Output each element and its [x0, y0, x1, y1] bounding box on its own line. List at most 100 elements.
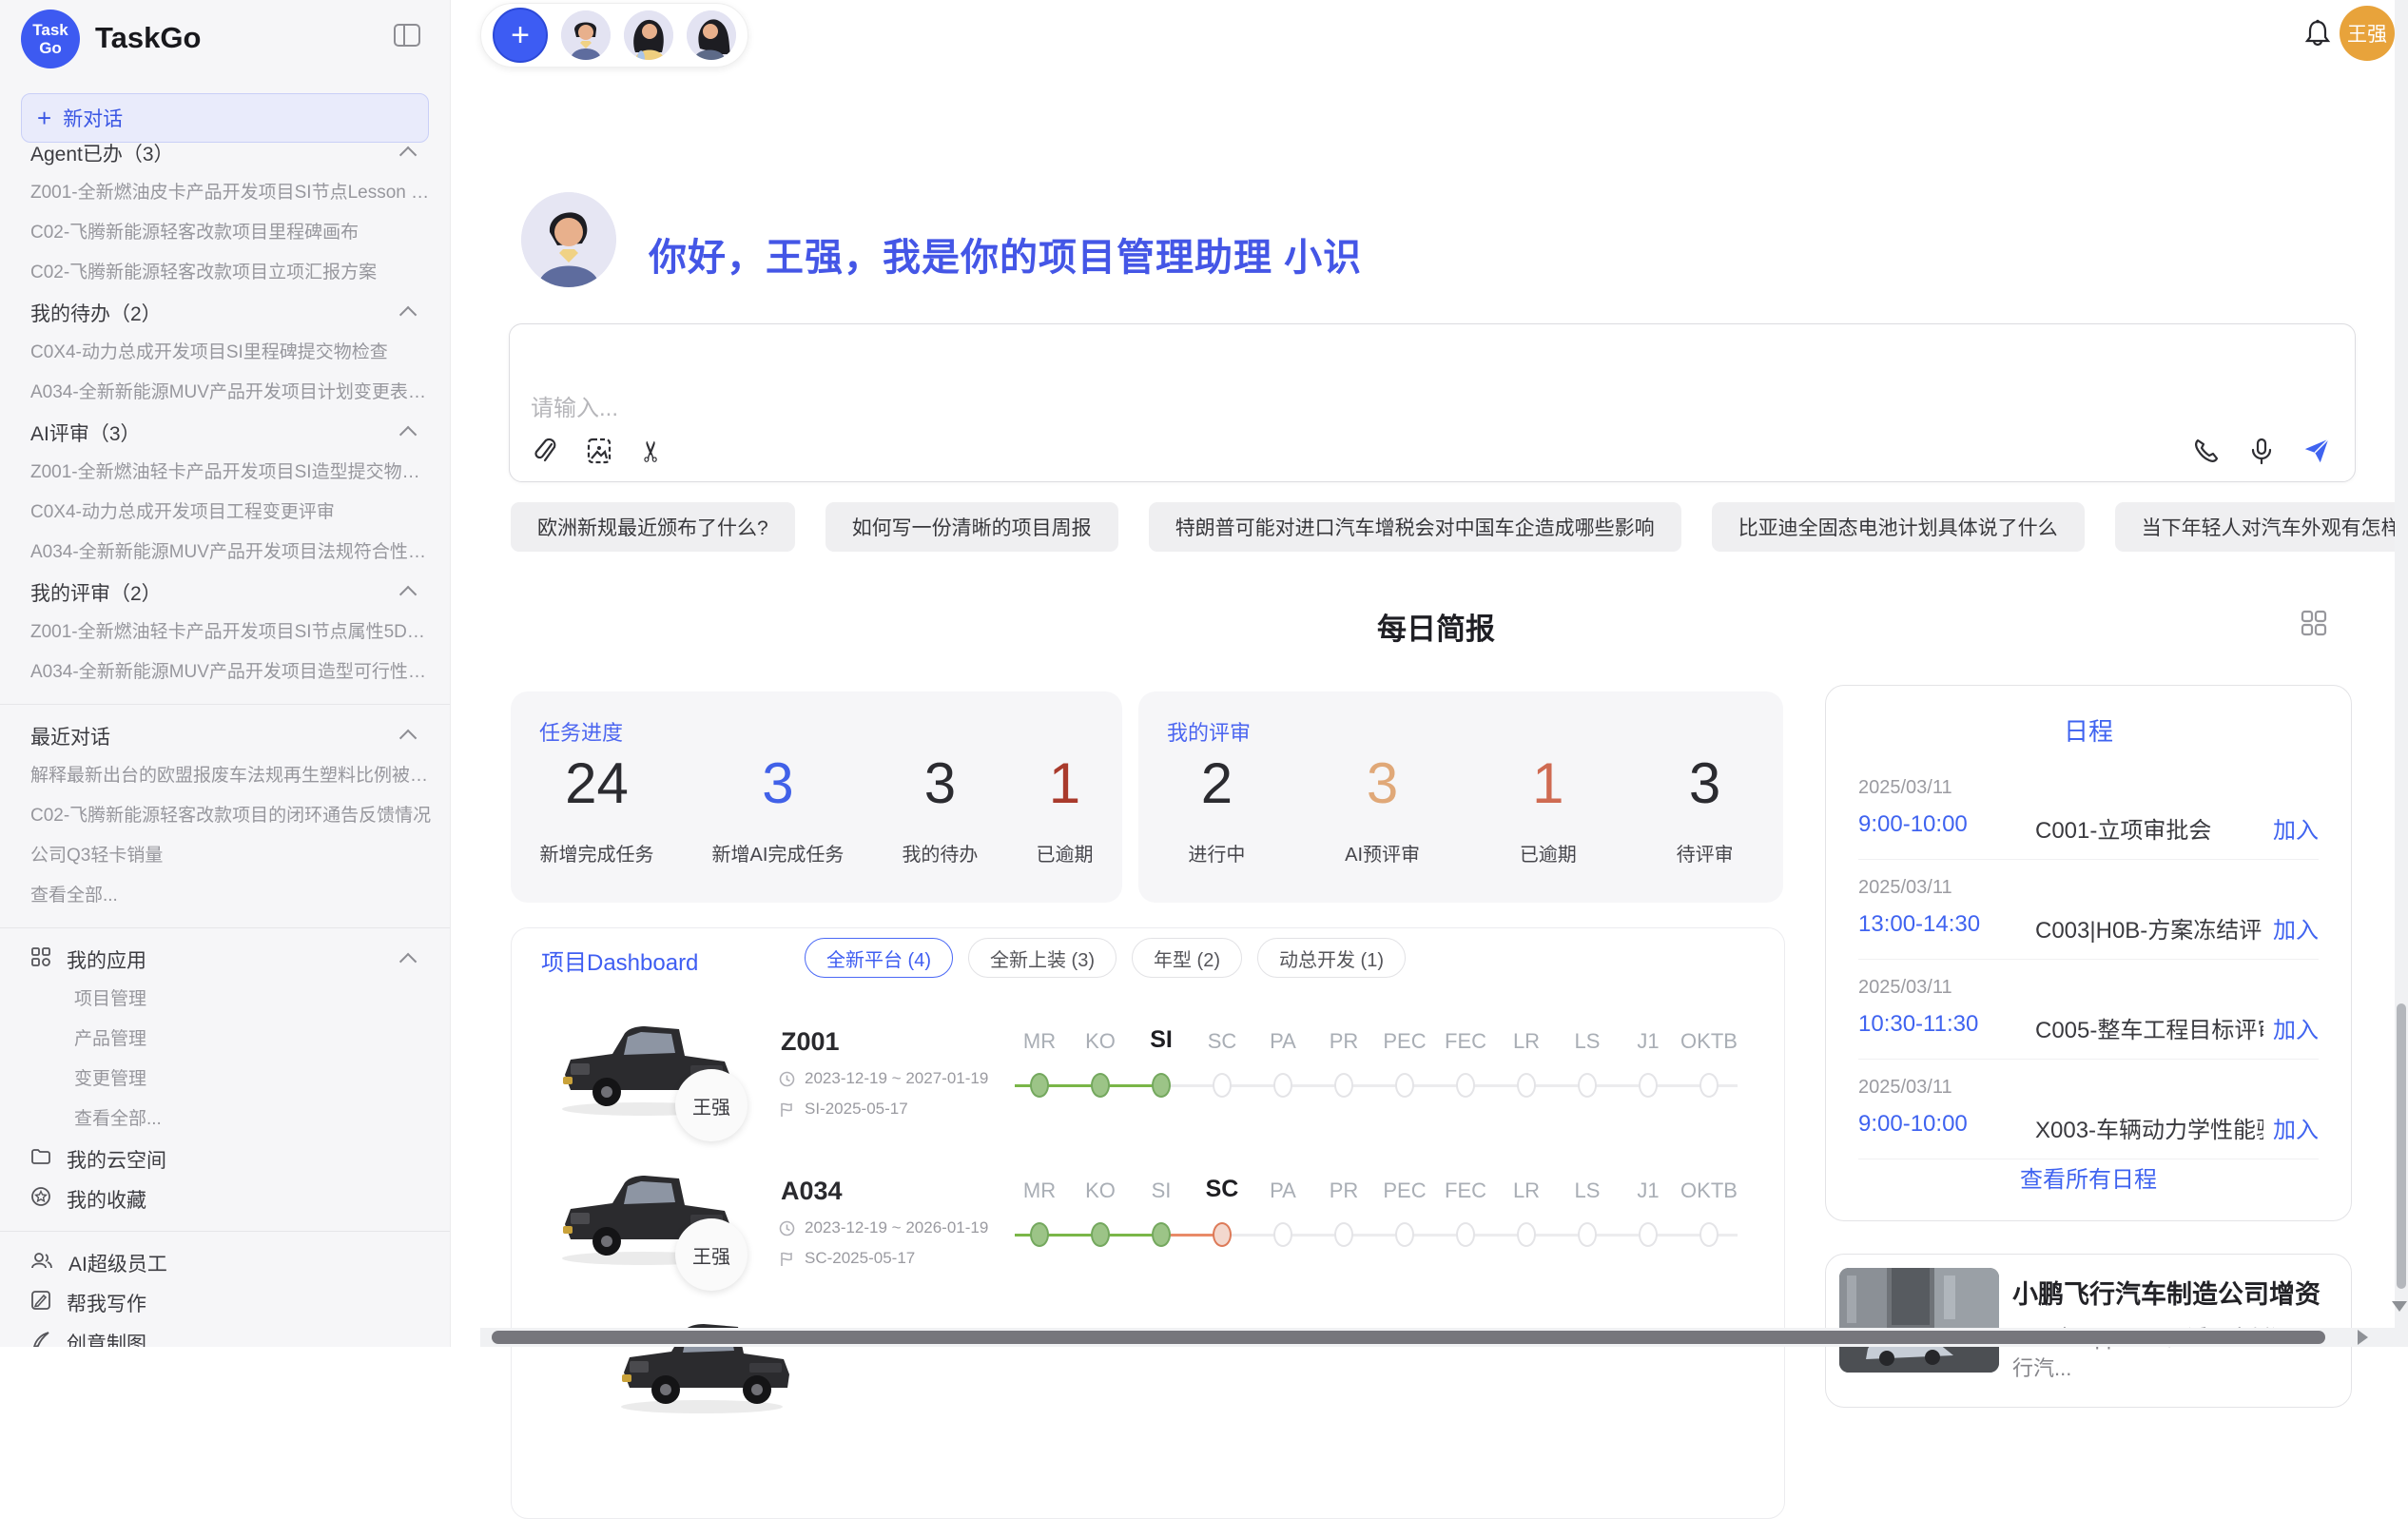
sidebar-header: Task Go TaskGo: [0, 0, 450, 78]
app-item[interactable]: 产品管理: [30, 1020, 450, 1060]
stat-label: 新增AI完成任务: [712, 839, 845, 867]
sidebar-list: Agent已办（3）Z001-全新燃油皮卡产品开发项目SI节点Lesson Le…: [0, 133, 450, 1347]
sidebar-tool-item[interactable]: 帮我写作: [30, 1283, 450, 1323]
sidebar-section-header[interactable]: AI评审（3）: [30, 413, 450, 453]
dashboard-filter-tab[interactable]: 全新平台 (4): [805, 938, 953, 978]
join-link[interactable]: 加入: [2273, 1011, 2319, 1044]
sidebar-section-header[interactable]: 最近对话: [30, 716, 450, 756]
mic-icon[interactable]: [2246, 436, 2277, 466]
suggestion-chip[interactable]: 特朗普可能对进口汽车增税会对中国车企造成哪些影响: [1149, 502, 1681, 552]
suggestion-chip[interactable]: 如何写一份清晰的项目周报: [825, 502, 1118, 552]
card-label: 任务进度: [539, 716, 623, 747]
view-all-link[interactable]: 查看全部...: [30, 1100, 450, 1139]
view-all-link[interactable]: 查看全部...: [30, 876, 450, 916]
suggestion-chip[interactable]: 当下年轻人对汽车外观有怎样的喜好趋势: [2115, 502, 2408, 552]
sidebar-tool-item[interactable]: AI超级员工: [30, 1243, 450, 1283]
stat-label: 已逾期: [1520, 839, 1577, 867]
briefing-title: 每日简报: [480, 605, 2392, 648]
stat-label: 已逾期: [1036, 839, 1093, 867]
scroll-down-arrow-icon[interactable]: [2392, 1301, 2407, 1312]
sidebar-task-item[interactable]: C02-飞腾新能源轻客改款项目里程碑画布: [30, 213, 450, 253]
join-link[interactable]: 加入: [2273, 811, 2319, 845]
sidebar-task-item[interactable]: C02-飞腾新能源轻客改款项目立项汇报方案: [30, 253, 450, 293]
stat-item: 3待评审: [1677, 750, 1734, 867]
app-item[interactable]: 变更管理: [30, 1060, 450, 1100]
plus-icon: +: [37, 107, 51, 128]
join-link[interactable]: 加入: [2273, 1111, 2319, 1144]
task-progress-card: 任务进度 24新增完成任务3新增AI完成任务3我的待办1已逾期: [511, 691, 1122, 903]
milestone-dot: [1578, 1073, 1597, 1098]
sidebar-item-my-apps[interactable]: 我的应用: [30, 940, 450, 980]
milestone-label: KO: [1070, 1178, 1131, 1203]
sidebar-section-header[interactable]: Agent已办（3）: [30, 133, 450, 173]
sidebar-task-item[interactable]: C0X4-动力总成开发项目SI里程碑提交物检查: [30, 333, 450, 373]
send-icon[interactable]: [2301, 436, 2332, 466]
milestone-timeline: MRKOSISCPAPRPECFECLRLSJ1OKTB: [1009, 1014, 1751, 1128]
sidebar-task-item[interactable]: A034-全新新能源MUV产品开发项目造型可行性评审: [30, 652, 450, 692]
vertical-scrollbar-thumb[interactable]: [2397, 1003, 2406, 1289]
stat-value: 1: [1049, 750, 1080, 816]
sidebar-task-item[interactable]: Z001-全新燃油轻卡产品开发项目SI节点属性5D文件评审: [30, 613, 450, 652]
horizontal-scrollbar-track[interactable]: [480, 1328, 2395, 1347]
milestone-dot: [1395, 1222, 1414, 1247]
stat-item: 3AI预评审: [1345, 750, 1420, 867]
scissors-icon[interactable]: ✂: [637, 436, 668, 466]
dashboard-filter-tab[interactable]: 动总开发 (1): [1257, 938, 1406, 978]
chat-input-box[interactable]: 请输入... ✂: [509, 323, 2356, 482]
recent-conversation-item[interactable]: C02-飞腾新能源轻客改款项目的闭环通告反馈情况: [30, 796, 450, 836]
schedule-name: C003|H0B-方案冻结评审: [2035, 911, 2263, 945]
notifications-bell-icon[interactable]: [2301, 17, 2334, 49]
divider: [0, 927, 450, 928]
vertical-scrollbar-track[interactable]: [2395, 0, 2408, 1347]
sidebar-task-item[interactable]: Z001-全新燃油皮卡产品开发项目SI节点Lesson Learn报告: [30, 173, 450, 213]
layout-grid-icon[interactable]: [2300, 609, 2328, 637]
app-logo: Task Go: [21, 10, 80, 68]
phone-icon[interactable]: [2191, 436, 2222, 466]
sidebar-task-item[interactable]: Z001-全新燃油轻卡产品开发项目SI造型提交物评审: [30, 453, 450, 493]
sidebar-item-star-badge[interactable]: 我的收藏: [30, 1179, 450, 1219]
suggestion-chip[interactable]: 比亚迪全固态电池计划具体说了什么: [1712, 502, 2085, 552]
suggestion-chip[interactable]: 欧洲新规最近颁布了什么?: [511, 502, 795, 552]
view-all-schedule-link[interactable]: 查看所有日程: [1826, 1160, 2351, 1194]
logo-line2: Go: [39, 39, 62, 57]
attach-icon[interactable]: [531, 436, 561, 466]
sidebar-section-header[interactable]: 我的评审（2）: [30, 573, 450, 613]
stat-item: 1已逾期: [1520, 750, 1577, 867]
project-name: A034: [781, 1177, 843, 1206]
dashboard-filter-tab[interactable]: 全新上装 (3): [968, 938, 1117, 978]
schedule-time: 10:30-11:30: [1858, 1011, 1978, 1038]
recent-conversation-item[interactable]: 解释最新出台的欧盟报废车法规再生塑料比例被调至15%...: [30, 756, 450, 796]
avatar[interactable]: [687, 10, 736, 60]
project-dates: 2023-12-19 ~ 2026-01-19: [779, 1218, 988, 1237]
milestone-label: FEC: [1435, 1178, 1496, 1203]
app-item[interactable]: 项目管理: [30, 980, 450, 1020]
scroll-right-arrow-icon[interactable]: [2358, 1330, 2368, 1345]
milestone-label: SI: [1131, 1026, 1192, 1054]
stat-value: 24: [565, 750, 629, 816]
card-label: 我的评审: [1167, 716, 1251, 747]
project-flag-milestone: SC-2025-05-17: [779, 1249, 915, 1268]
sidebar-collapse-icon[interactable]: [393, 21, 421, 49]
sidebar-task-item[interactable]: A034-全新新能源MUV产品开发项目计划变更表编写: [30, 373, 450, 413]
schedule-item: 2025/03/119:00-10:00X003-车辆动力学性能验...加入: [1858, 1060, 2319, 1159]
image-icon[interactable]: [584, 436, 614, 466]
add-conversation-button[interactable]: +: [493, 8, 548, 63]
sidebar-item-folder[interactable]: 我的云空间: [30, 1139, 450, 1179]
user-avatar[interactable]: 王强: [2340, 6, 2395, 61]
project-row: 王强A0342023-12-19 ~ 2026-01-19SC-2025-05-…: [512, 1163, 1784, 1315]
sidebar-tool-item[interactable]: 创意制图: [30, 1323, 450, 1347]
avatar[interactable]: [624, 10, 673, 60]
join-link[interactable]: 加入: [2273, 911, 2319, 945]
milestone-label: PA: [1253, 1029, 1313, 1054]
recent-conversation-item[interactable]: 公司Q3轻卡销量: [30, 836, 450, 876]
avatar[interactable]: [561, 10, 611, 60]
horizontal-scrollbar-thumb[interactable]: [492, 1331, 2325, 1344]
sidebar-task-item[interactable]: A034-全新新能源MUV产品开发项目法规符合性评审: [30, 533, 450, 573]
milestone-dot: [1517, 1073, 1536, 1098]
stat-label: 进行中: [1188, 839, 1245, 867]
dashboard-filter-tab[interactable]: 年型 (2): [1132, 938, 1242, 978]
milestone-dot: [1639, 1222, 1658, 1247]
sidebar-task-item[interactable]: C0X4-动力总成开发项目工程变更评审: [30, 493, 450, 533]
logo-line1: Task: [32, 21, 68, 39]
sidebar-section-header[interactable]: 我的待办（2）: [30, 293, 450, 333]
